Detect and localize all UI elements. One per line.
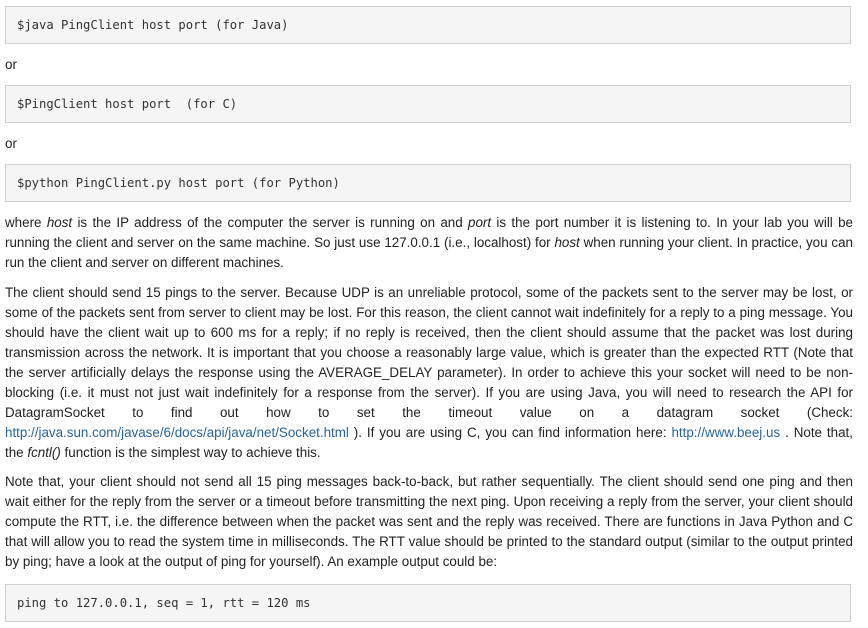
host-term: host	[46, 215, 73, 230]
java-socket-docs-link[interactable]: http://java.sun.com/javase/6/docs/api/ja…	[5, 425, 349, 440]
code-block-python: $python PingClient.py host port (for Pyt…	[5, 164, 851, 202]
code-block-c: $PingClient host port (for C)	[5, 85, 851, 123]
code-block-output: ping to 127.0.0.1, seq = 1, rtt = 120 ms	[5, 584, 851, 622]
code-block-java: $java PingClient host port (for Java)	[5, 6, 851, 44]
paragraph-sequential: Note that, your client should not send a…	[5, 474, 853, 569]
host-term: host	[554, 235, 580, 250]
or-text: or	[5, 136, 17, 151]
fcntl-term: fcntl()	[27, 445, 61, 460]
port-term: port	[468, 215, 492, 230]
paragraph-host-port: where host is the IP address of the comp…	[5, 215, 853, 270]
paragraph-timeout: The client should send 15 pings to the s…	[5, 285, 853, 460]
or-text: or	[5, 57, 17, 72]
document-page: $java PingClient host port (for Java) or…	[0, 0, 868, 628]
beej-link[interactable]: http://www.beej.us	[671, 425, 780, 440]
